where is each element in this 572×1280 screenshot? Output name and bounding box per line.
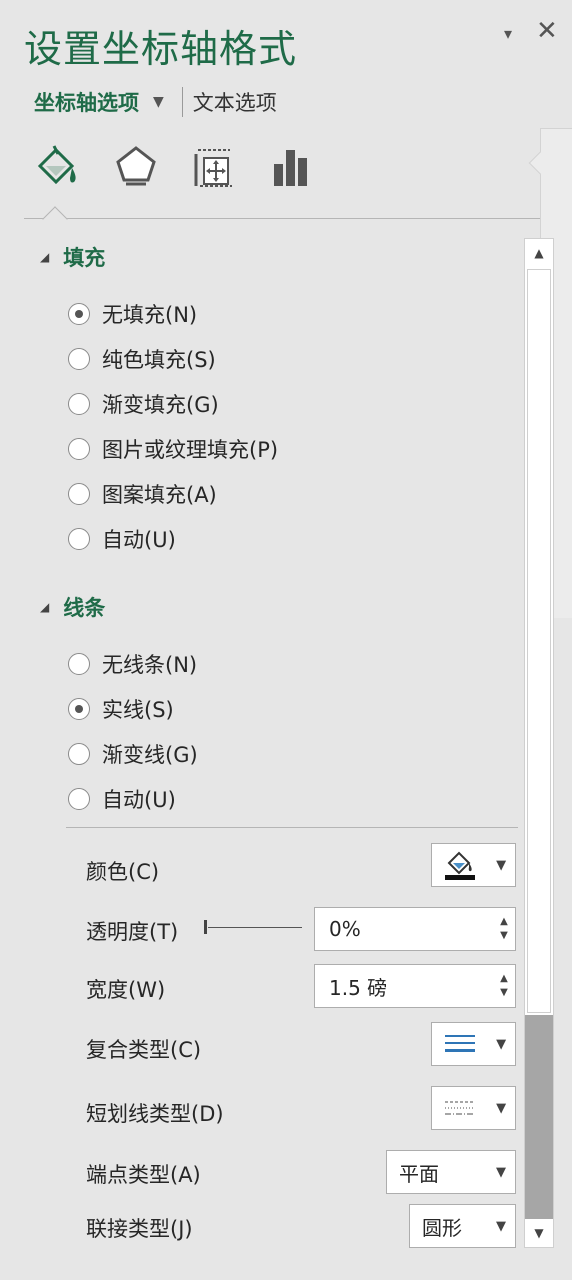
effects-pentagon-icon[interactable] bbox=[108, 140, 164, 196]
spin-down-icon[interactable]: ▼ bbox=[500, 986, 508, 1000]
radio-no-line[interactable]: 无线条(N) bbox=[68, 649, 197, 679]
join-type-value: 圆形 bbox=[422, 1215, 462, 1240]
radio-circle bbox=[68, 348, 90, 370]
radio-circle bbox=[68, 483, 90, 505]
transparency-label: 透明度(T) bbox=[86, 920, 179, 944]
radio-automatic-line[interactable]: 自动(U) bbox=[68, 784, 176, 814]
radio-gradient-line[interactable]: 渐变线(G) bbox=[68, 739, 198, 769]
fill-line-icon[interactable] bbox=[30, 140, 86, 196]
chevron-down-icon: ▼ bbox=[496, 1100, 507, 1116]
width-label: 宽度(W) bbox=[86, 978, 166, 1002]
radio-pattern-fill[interactable]: 图案填充(A) bbox=[68, 479, 217, 509]
dash-type-label: 短划线类型(D) bbox=[86, 1102, 224, 1126]
radio-label: 图案填充(A) bbox=[102, 483, 217, 507]
section-divider bbox=[66, 827, 518, 828]
scroll-down-icon[interactable]: ▼ bbox=[525, 1219, 553, 1247]
radio-circle bbox=[68, 653, 90, 675]
cap-type-label: 端点类型(A) bbox=[86, 1163, 201, 1187]
collapse-triangle-icon: ◢ bbox=[40, 250, 50, 264]
scrollbar-track[interactable] bbox=[525, 1015, 553, 1219]
tab-text-options[interactable]: 文本选项 bbox=[193, 87, 277, 117]
line-color-picker[interactable]: ▼ bbox=[431, 843, 516, 887]
radio-no-fill[interactable]: 无填充(N) bbox=[68, 299, 197, 329]
chevron-down-icon: ▼ bbox=[496, 1218, 506, 1234]
radio-circle-selected bbox=[68, 698, 90, 720]
fill-section-title: 填充 bbox=[63, 246, 106, 270]
paint-bucket-icon bbox=[432, 849, 487, 881]
spin-up-icon[interactable]: ▲ bbox=[500, 972, 508, 986]
radio-label: 渐变线(G) bbox=[102, 743, 198, 767]
line-section-title: 线条 bbox=[63, 596, 106, 620]
radio-label: 自动(U) bbox=[102, 528, 176, 552]
radio-circle-selected bbox=[68, 303, 90, 325]
radio-label: 自动(U) bbox=[102, 788, 176, 812]
pane-title: 设置坐标轴格式 bbox=[24, 27, 298, 71]
radio-label: 渐变填充(G) bbox=[102, 393, 219, 417]
radio-circle bbox=[68, 743, 90, 765]
chevron-down-icon: ▼ bbox=[496, 857, 507, 873]
radio-circle bbox=[68, 438, 90, 460]
width-spinner[interactable]: 1.5 磅 ▲ ▼ bbox=[314, 964, 516, 1008]
line-section-header[interactable]: ◢ 线条 bbox=[40, 592, 105, 622]
spin-up-icon[interactable]: ▲ bbox=[500, 915, 508, 929]
radio-solid-line[interactable]: 实线(S) bbox=[68, 694, 174, 724]
radio-label: 无填充(N) bbox=[102, 303, 198, 327]
tab-separator bbox=[181, 87, 183, 117]
radio-gradient-fill[interactable]: 渐变填充(G) bbox=[68, 389, 219, 419]
radio-automatic-fill[interactable]: 自动(U) bbox=[68, 524, 176, 554]
radio-picture-texture-fill[interactable]: 图片或纹理填充(P) bbox=[68, 434, 278, 464]
transparency-spinner[interactable]: 0% ▲ ▼ bbox=[314, 907, 516, 951]
radio-label: 实线(S) bbox=[102, 698, 174, 722]
compound-lines-icon bbox=[432, 1033, 487, 1055]
close-icon[interactable]: ✕ bbox=[536, 16, 558, 46]
transparency-value[interactable]: 0% bbox=[315, 917, 493, 941]
slider-track bbox=[208, 927, 302, 928]
header-divider bbox=[24, 218, 554, 219]
transparency-slider[interactable] bbox=[204, 918, 302, 936]
vertical-scrollbar[interactable]: ▲ ▼ bbox=[524, 238, 554, 1248]
slider-thumb[interactable] bbox=[204, 920, 207, 934]
compound-type-label: 复合类型(C) bbox=[86, 1038, 202, 1062]
join-type-dropdown[interactable]: 圆形 ▼ bbox=[409, 1204, 516, 1248]
collapse-triangle-icon: ◢ bbox=[40, 600, 50, 614]
dash-type-dropdown[interactable]: ▼ bbox=[431, 1086, 516, 1130]
fill-section-header[interactable]: ◢ 填充 bbox=[40, 242, 105, 272]
tab-axis-options[interactable]: 坐标轴选项 ▼ bbox=[34, 87, 182, 117]
radio-circle bbox=[68, 393, 90, 415]
selected-category-pointer bbox=[42, 206, 68, 232]
radio-solid-fill[interactable]: 纯色填充(S) bbox=[68, 344, 216, 374]
radio-label: 无线条(N) bbox=[102, 653, 198, 677]
radio-label: 图片或纹理填充(P) bbox=[102, 438, 279, 462]
width-value[interactable]: 1.5 磅 bbox=[315, 972, 493, 1001]
radio-label: 纯色填充(S) bbox=[102, 348, 216, 372]
tab-axis-options-label: 坐标轴选项 bbox=[34, 91, 139, 115]
compound-type-dropdown[interactable]: ▼ bbox=[431, 1022, 516, 1066]
cap-type-value: 平面 bbox=[399, 1161, 439, 1186]
spin-arrows[interactable]: ▲ ▼ bbox=[493, 972, 515, 1000]
pane-options-dropdown-icon[interactable]: ▾ bbox=[504, 24, 512, 43]
spin-arrows[interactable]: ▲ ▼ bbox=[493, 915, 515, 943]
radio-circle bbox=[68, 528, 90, 550]
chevron-down-icon: ▼ bbox=[496, 1036, 507, 1052]
scroll-up-icon[interactable]: ▲ bbox=[525, 239, 553, 267]
format-axis-pane: 设置坐标轴格式 ▾ ✕ 坐标轴选项 ▼ 文本选项 ◢ 填充 无填充(N) 纯色填… bbox=[0, 0, 572, 1280]
chevron-down-icon: ▼ bbox=[496, 1164, 506, 1180]
radio-circle bbox=[68, 788, 90, 810]
dash-lines-icon bbox=[432, 1097, 487, 1119]
chevron-down-icon: ▼ bbox=[153, 94, 164, 110]
scrollbar-thumb[interactable] bbox=[527, 269, 551, 1013]
spin-down-icon[interactable]: ▼ bbox=[500, 929, 508, 943]
cap-type-dropdown[interactable]: 平面 ▼ bbox=[386, 1150, 516, 1194]
axis-options-bar-icon[interactable] bbox=[264, 140, 320, 196]
color-label: 颜色(C) bbox=[86, 860, 160, 884]
size-properties-icon[interactable] bbox=[186, 140, 242, 196]
option-tabs: 坐标轴选项 ▼ 文本选项 bbox=[34, 86, 277, 118]
join-type-label: 联接类型(J) bbox=[86, 1217, 193, 1241]
